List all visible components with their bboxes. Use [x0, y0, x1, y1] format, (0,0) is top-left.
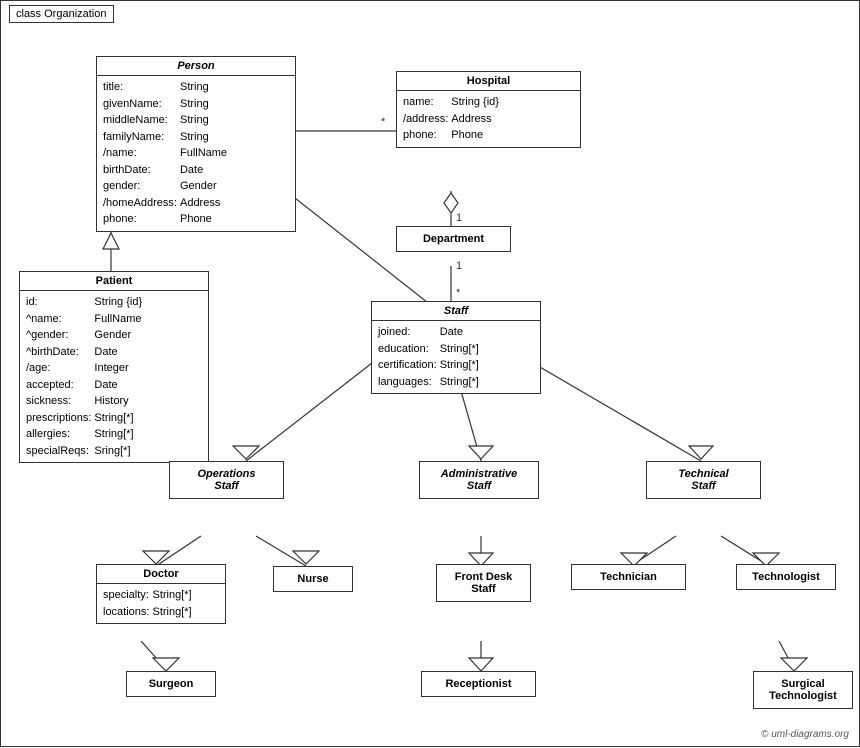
- svg-text:*: *: [456, 287, 461, 299]
- surgical-technologist-class: SurgicalTechnologist: [753, 671, 853, 709]
- patient-class: Patient id:String {id} ^name:FullName ^g…: [19, 271, 209, 463]
- svg-text:1: 1: [456, 212, 462, 224]
- diagram-title: class Organization: [9, 5, 114, 23]
- administrative-staff-class: AdministrativeStaff: [419, 461, 539, 499]
- front-desk-staff-class: Front DeskStaff: [436, 564, 531, 602]
- person-class: Person title:String givenName:String mid…: [96, 56, 296, 232]
- svg-text:1: 1: [456, 260, 462, 272]
- staff-class: Staff joined:Date education:String[*] ce…: [371, 301, 541, 394]
- copyright: © uml-diagrams.org: [761, 729, 849, 740]
- doctor-body: specialty:String[*] locations:String[*]: [97, 584, 225, 623]
- hospital-body: name:String {id} /address:Address phone:…: [397, 91, 580, 147]
- patient-title: Patient: [20, 272, 208, 291]
- surgeon-class: Surgeon: [126, 671, 216, 697]
- receptionist-class: Receptionist: [421, 671, 536, 697]
- technician-class: Technician: [571, 564, 686, 590]
- doctor-title: Doctor: [97, 565, 225, 584]
- person-title: Person: [97, 57, 295, 76]
- operations-staff-class: OperationsStaff: [169, 461, 284, 499]
- person-body: title:String givenName:String middleName…: [97, 76, 295, 231]
- patient-body: id:String {id} ^name:FullName ^gender:Ge…: [20, 291, 208, 462]
- hospital-class: Hospital name:String {id} /address:Addre…: [396, 71, 581, 148]
- technologist-class: Technologist: [736, 564, 836, 590]
- department-class: Department: [396, 226, 511, 252]
- hospital-title: Hospital: [397, 72, 580, 91]
- nurse-class: Nurse: [273, 566, 353, 592]
- staff-title: Staff: [372, 302, 540, 321]
- diagram-container: class Organization: [0, 0, 860, 747]
- svg-text:*: *: [381, 116, 386, 128]
- doctor-class: Doctor specialty:String[*] locations:Str…: [96, 564, 226, 624]
- technical-staff-class: TechnicalStaff: [646, 461, 761, 499]
- staff-body: joined:Date education:String[*] certific…: [372, 321, 540, 393]
